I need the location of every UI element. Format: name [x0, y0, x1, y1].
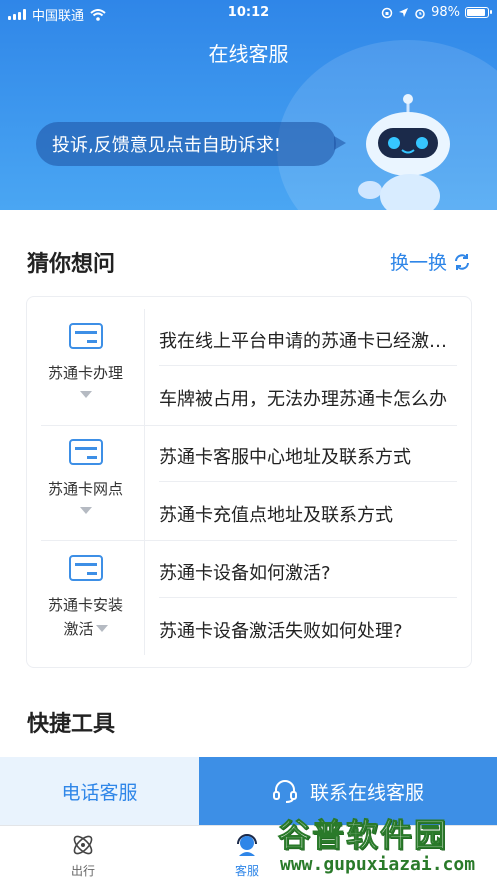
- question-item[interactable]: 苏通卡设备激活失败如何处理?: [159, 617, 459, 643]
- divider: [41, 425, 457, 426]
- refresh-label: 换一换: [389, 252, 447, 274]
- card-icon: [68, 323, 103, 349]
- faq-card: 苏通卡办理 我在线上平台申请的苏通卡已经激活了，为什么 车牌被占用，无法办理苏通…: [26, 296, 472, 668]
- question-item[interactable]: 我在线上平台申请的苏通卡已经激活了，为什么: [159, 327, 459, 353]
- page-title: 在线客服: [208, 42, 289, 66]
- card-icon: [68, 555, 103, 581]
- orbit-icon: [73, 835, 93, 855]
- alarm-icon: [415, 8, 425, 19]
- phone-service-button[interactable]: 电话客服: [0, 757, 199, 825]
- tab-label: 出行: [70, 864, 95, 878]
- status-bar: 中国联通 10:12 98%: [0, 0, 497, 26]
- question-item[interactable]: 苏通卡充值点地址及联系方式: [159, 501, 459, 527]
- robot-mascot-icon[interactable]: [350, 92, 460, 210]
- category-label: 苏通卡网点: [47, 480, 123, 498]
- tools-title: 快捷工具: [27, 712, 116, 737]
- chevron-down-icon: [95, 625, 108, 632]
- guess-title: 猜你想问: [27, 252, 116, 277]
- chevron-down-icon: [79, 507, 92, 514]
- service-agent-icon: [237, 834, 257, 856]
- tab-service[interactable]: 客服: [217, 832, 277, 879]
- watermark-url: www.gupuxiazai.com: [280, 854, 476, 875]
- category-card-outlets[interactable]: 苏通卡网点: [27, 439, 144, 514]
- phone-service-label: 电话客服: [61, 781, 138, 804]
- divider: [159, 597, 457, 598]
- divider: [159, 481, 457, 482]
- refresh-icon: [455, 253, 469, 270]
- battery-icon: [465, 7, 492, 18]
- online-service-label: 联系在线客服: [309, 781, 424, 804]
- watermark-text: 谷普软件园: [277, 816, 449, 855]
- tab-travel[interactable]: 出行: [53, 832, 113, 879]
- card-icon: [68, 439, 103, 465]
- category-label: 苏通卡安装 激活: [47, 596, 123, 638]
- headset-icon: [272, 780, 297, 803]
- category-label: 苏通卡办理: [47, 364, 123, 382]
- complaint-bubble-text: 投诉,反馈意见点击自助诉求!: [52, 135, 281, 156]
- category-card-install-activate[interactable]: 苏通卡安装 激活: [27, 555, 144, 641]
- location-icon: [399, 8, 409, 17]
- question-item[interactable]: 车牌被占用，无法办理苏通卡怎么办: [159, 385, 459, 411]
- watermark: 谷普软件园 www.gupuxiazai.com: [270, 808, 495, 883]
- category-card-handling[interactable]: 苏通卡办理: [27, 323, 144, 398]
- tab-label: 客服: [234, 864, 259, 878]
- chevron-down-icon: [79, 391, 92, 398]
- divider: [144, 309, 145, 655]
- complaint-bubble[interactable]: 投诉,反馈意见点击自助诉求!: [36, 122, 346, 166]
- battery-percent: 98%: [431, 5, 460, 20]
- rotation-lock-icon: [381, 7, 393, 18]
- divider: [41, 540, 457, 541]
- question-item[interactable]: 苏通卡客服中心地址及联系方式: [159, 443, 459, 469]
- refresh-button[interactable]: 换一换: [390, 248, 471, 275]
- question-item[interactable]: 苏通卡设备如何激活?: [159, 559, 459, 585]
- divider: [159, 365, 457, 366]
